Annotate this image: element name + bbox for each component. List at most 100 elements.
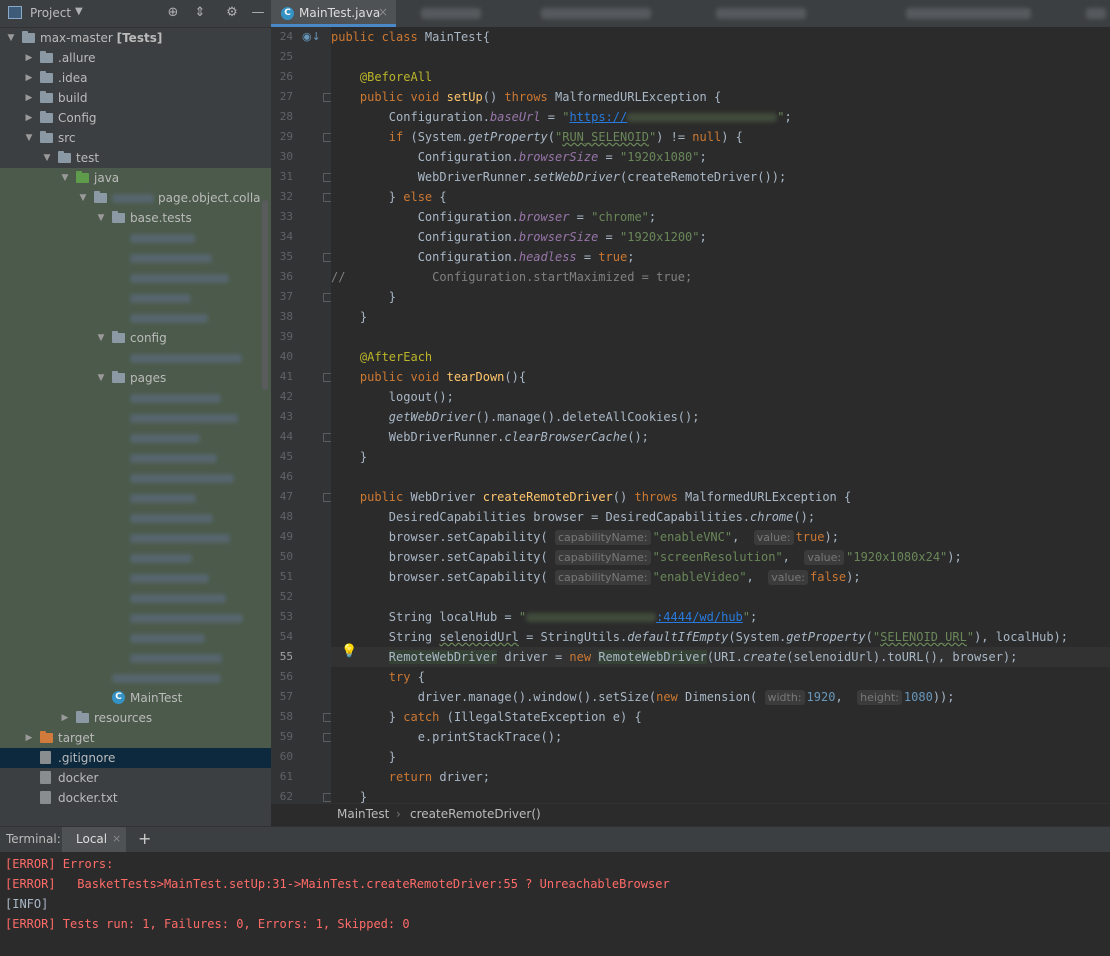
chevron-right-icon[interactable]: ▶: [24, 108, 34, 128]
chevron-down-icon[interactable]: ▼: [60, 168, 70, 188]
tab-blurred[interactable]: [541, 8, 651, 19]
code-line[interactable]: }: [331, 787, 1110, 803]
tree-item[interactable]: [0, 408, 271, 428]
code-line[interactable]: WebDriverRunner.setWebDriver(createRemot…: [331, 167, 1110, 187]
tree-item[interactable]: ▼ test: [0, 148, 271, 168]
code-line[interactable]: public void setUp() throws MalformedURLE…: [331, 87, 1110, 107]
project-view-title[interactable]: Project: [30, 6, 71, 20]
code-line[interactable]: browser.setCapability( capabilityName: "e…: [331, 567, 1110, 587]
tree-item[interactable]: [0, 568, 271, 588]
code-line[interactable]: public class MainTest{: [331, 27, 1110, 47]
tree-item[interactable]: ▼ java: [0, 168, 271, 188]
code-line[interactable]: // Configuration.startMaximized = true;: [331, 267, 1110, 287]
chevron-right-icon[interactable]: ▶: [24, 728, 34, 748]
code-line[interactable]: [331, 467, 1110, 487]
collapse-all-icon[interactable]: ⇕: [192, 5, 208, 21]
chevron-down-icon[interactable]: ▼: [78, 188, 88, 208]
code-line[interactable]: return driver;: [331, 767, 1110, 787]
tree-item[interactable]: [0, 648, 271, 668]
close-icon[interactable]: ×: [112, 832, 121, 845]
tree-item[interactable]: [0, 468, 271, 488]
tree-item[interactable]: ▶ resources: [0, 708, 271, 728]
code-line[interactable]: } else {: [331, 187, 1110, 207]
tree-item[interactable]: ▼ config: [0, 328, 271, 348]
breadcrumb-class[interactable]: MainTest: [337, 807, 389, 821]
code-line[interactable]: WebDriverRunner.clearBrowserCache();: [331, 427, 1110, 447]
tree-item[interactable]: [0, 528, 271, 548]
tree-item[interactable]: [0, 508, 271, 528]
lightbulb-icon[interactable]: 💡: [341, 644, 357, 659]
code-line[interactable]: Configuration.browserSize = "1920x1200";: [331, 227, 1110, 247]
tree-item[interactable]: ▼ base.tests: [0, 208, 271, 228]
code-line[interactable]: public WebDriver createRemoteDriver() th…: [331, 487, 1110, 507]
tab-blurred[interactable]: [421, 8, 481, 19]
tree-item[interactable]: [0, 388, 271, 408]
tab-blurred[interactable]: [906, 8, 1031, 19]
tree-item[interactable]: ▼ max-master [Tests]: [0, 28, 271, 48]
code-line[interactable]: Configuration.baseUrl = "https://";: [331, 107, 1110, 127]
tree-item[interactable]: [0, 428, 271, 448]
tree-item[interactable]: .gitignore: [0, 748, 271, 768]
code-line[interactable]: e.printStackTrace();: [331, 727, 1110, 747]
code-line[interactable]: } catch (IllegalStateException e) {: [331, 707, 1110, 727]
tree-item[interactable]: [0, 268, 271, 288]
sidebar-scrollbar[interactable]: [262, 200, 268, 390]
tree-item[interactable]: ▼ page.object.colla: [0, 188, 271, 208]
code-line[interactable]: if (System.getProperty("RUN_SELENOID") !…: [331, 127, 1110, 147]
code-line[interactable]: logout();: [331, 387, 1110, 407]
tree-item[interactable]: [0, 308, 271, 328]
chevron-right-icon[interactable]: ▶: [24, 48, 34, 68]
code-line[interactable]: try {: [331, 667, 1110, 687]
chevron-right-icon[interactable]: ▶: [24, 68, 34, 88]
code-line[interactable]: }: [331, 747, 1110, 767]
chevron-down-icon[interactable]: ▼: [96, 328, 106, 348]
tree-item[interactable]: ▶ .idea: [0, 68, 271, 88]
code-line[interactable]: }: [331, 307, 1110, 327]
code-line[interactable]: String selenoidUrl = StringUtils.default…: [331, 627, 1110, 647]
code-line[interactable]: [331, 327, 1110, 347]
code-line[interactable]: @BeforeAll: [331, 67, 1110, 87]
tree-item[interactable]: [0, 448, 271, 468]
tree-item[interactable]: ▶ build: [0, 88, 271, 108]
code-line[interactable]: [331, 587, 1110, 607]
chevron-down-icon[interactable]: ▼: [96, 208, 106, 228]
chevron-down-icon[interactable]: ▼: [42, 148, 52, 168]
chevron-right-icon[interactable]: ▶: [24, 88, 34, 108]
tree-item[interactable]: ▶ .allure: [0, 48, 271, 68]
tree-item[interactable]: ▼ src: [0, 128, 271, 148]
tree-item[interactable]: ▶ Config: [0, 108, 271, 128]
code-line[interactable]: String localHub = ":4444/wd/hub";: [331, 607, 1110, 627]
tree-item[interactable]: [0, 628, 271, 648]
tree-item[interactable]: ▶ target: [0, 728, 271, 748]
tree-item[interactable]: [0, 248, 271, 268]
terminal-output[interactable]: [ERROR] Errors: [ERROR] BasketTests>MainT…: [0, 852, 1110, 956]
tab-terminal-local[interactable]: Local ×: [62, 827, 126, 852]
tab-blurred[interactable]: [716, 8, 806, 19]
tree-item[interactable]: [0, 588, 271, 608]
breadcrumb-method[interactable]: createRemoteDriver(): [410, 807, 541, 821]
code-line[interactable]: getWebDriver().manage().deleteAllCookies…: [331, 407, 1110, 427]
tree-item[interactable]: ▼ pages: [0, 368, 271, 388]
tree-item[interactable]: [0, 228, 271, 248]
implemented-marker-icon[interactable]: ◉↓: [302, 30, 321, 43]
tree-item[interactable]: [0, 348, 271, 368]
project-view-icon[interactable]: [8, 6, 22, 19]
code-line[interactable]: Configuration.browserSize = "1920x1080";: [331, 147, 1110, 167]
hide-panel-icon[interactable]: —: [250, 5, 266, 21]
tree-item[interactable]: [0, 608, 271, 628]
close-icon[interactable]: ×: [378, 5, 388, 19]
tree-item[interactable]: [0, 488, 271, 508]
code-line[interactable]: Configuration.browser = "chrome";: [331, 207, 1110, 227]
chevron-down-icon[interactable]: ▼: [96, 368, 106, 388]
add-icon[interactable]: +: [138, 829, 151, 848]
tree-item[interactable]: [0, 288, 271, 308]
chevron-right-icon[interactable]: ▶: [60, 708, 70, 728]
chevron-down-icon[interactable]: ▼: [24, 128, 34, 148]
locate-icon[interactable]: ⊕: [165, 5, 181, 21]
code-editor[interactable]: public class MainTest{ @BeforeAll public…: [331, 27, 1110, 803]
code-line[interactable]: }: [331, 447, 1110, 467]
tab-blurred[interactable]: [1086, 8, 1106, 19]
tree-item[interactable]: docker: [0, 768, 271, 788]
code-line[interactable]: [331, 47, 1110, 67]
code-line[interactable]: }: [331, 287, 1110, 307]
